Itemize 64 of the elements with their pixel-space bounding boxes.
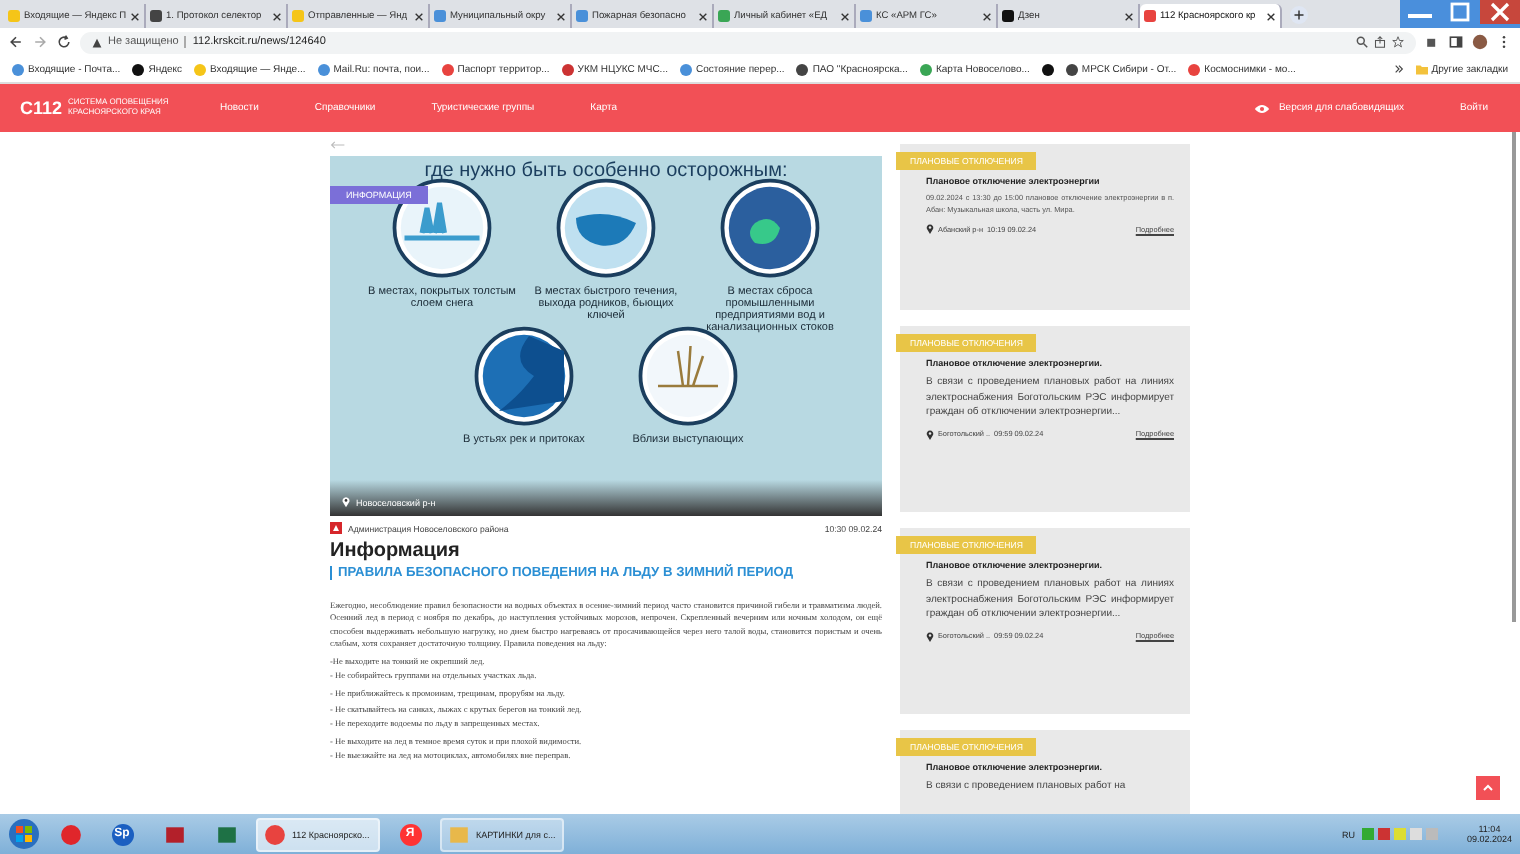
location-pin-icon: [926, 631, 934, 641]
back-icon[interactable]: [8, 34, 24, 50]
favicon-icon: [292, 10, 304, 22]
tray-icons[interactable]: [1362, 826, 1443, 842]
favicon-icon: [434, 10, 446, 22]
favicon-icon: [194, 63, 207, 75]
close-icon[interactable]: [840, 11, 850, 21]
ice-scene-drawing: [720, 178, 820, 278]
news-card[interactable]: [900, 326, 1190, 512]
favicon-icon: [718, 10, 730, 22]
favicon-icon: [317, 63, 330, 75]
app-icon: [59, 823, 81, 845]
favicon-icon: [860, 10, 872, 22]
favicon-icon: [12, 63, 24, 75]
favicon-icon: [1002, 10, 1014, 22]
infographic-heading: где нужно быть особенно осторожным:: [422, 158, 790, 182]
close-icon[interactable]: [272, 11, 282, 21]
favicon-icon: [576, 10, 588, 22]
bookmark[interactable]: [1041, 63, 1054, 75]
news-card[interactable]: [900, 528, 1190, 714]
favicon-icon: [919, 63, 932, 75]
close-icon[interactable]: [1266, 11, 1276, 21]
article-title: Информация: [330, 540, 462, 562]
chevron-icon[interactable]: [1393, 64, 1404, 74]
location-pin-icon: [342, 496, 350, 508]
close-icon[interactable]: [698, 11, 708, 21]
favicon-icon: [1188, 63, 1201, 75]
scroll-up-icon[interactable]: [1476, 776, 1500, 800]
extensions-icon[interactable]: [1424, 34, 1440, 50]
close-icon[interactable]: [1124, 11, 1134, 21]
favicon-icon: [132, 63, 145, 75]
favicon-icon: [150, 10, 162, 22]
new-tab-icon[interactable]: [1290, 6, 1308, 24]
sidebar-icon[interactable]: [1448, 34, 1464, 50]
eye-icon: [1254, 103, 1271, 113]
close-icon[interactable]: [130, 11, 141, 21]
warning-icon: [92, 37, 102, 47]
app-icon: [215, 823, 237, 845]
coat-of-arms-icon: [330, 522, 342, 534]
app-icon: [448, 823, 470, 845]
ice-scene-drawing: [556, 178, 656, 278]
favicon-icon: [441, 63, 454, 75]
location-pin-icon: [926, 429, 934, 439]
scrollbar[interactable]: [1512, 132, 1516, 622]
share-icon[interactable]: [1374, 36, 1386, 48]
close-icon[interactable]: [556, 11, 566, 21]
app-icon: [264, 823, 286, 845]
favicon-icon: [8, 10, 20, 22]
close-icon[interactable]: [414, 11, 424, 21]
close-icon[interactable]: [982, 11, 992, 21]
favicon-icon: [1144, 10, 1156, 22]
news-card[interactable]: [900, 144, 1190, 310]
location-pin-icon: [926, 224, 934, 235]
app-icon: [163, 823, 185, 845]
favicon-icon: [561, 63, 574, 75]
folder-icon: [1415, 63, 1428, 75]
start-icon[interactable]: [8, 818, 40, 850]
star-icon[interactable]: [1392, 36, 1404, 48]
favicon-icon: [679, 63, 692, 75]
reload-icon[interactable]: [56, 34, 72, 50]
zoom-icon[interactable]: [1356, 36, 1368, 48]
ice-scene-drawing: [474, 326, 574, 427]
favicon-icon: [796, 63, 809, 75]
avatar-icon[interactable]: [1472, 34, 1488, 50]
